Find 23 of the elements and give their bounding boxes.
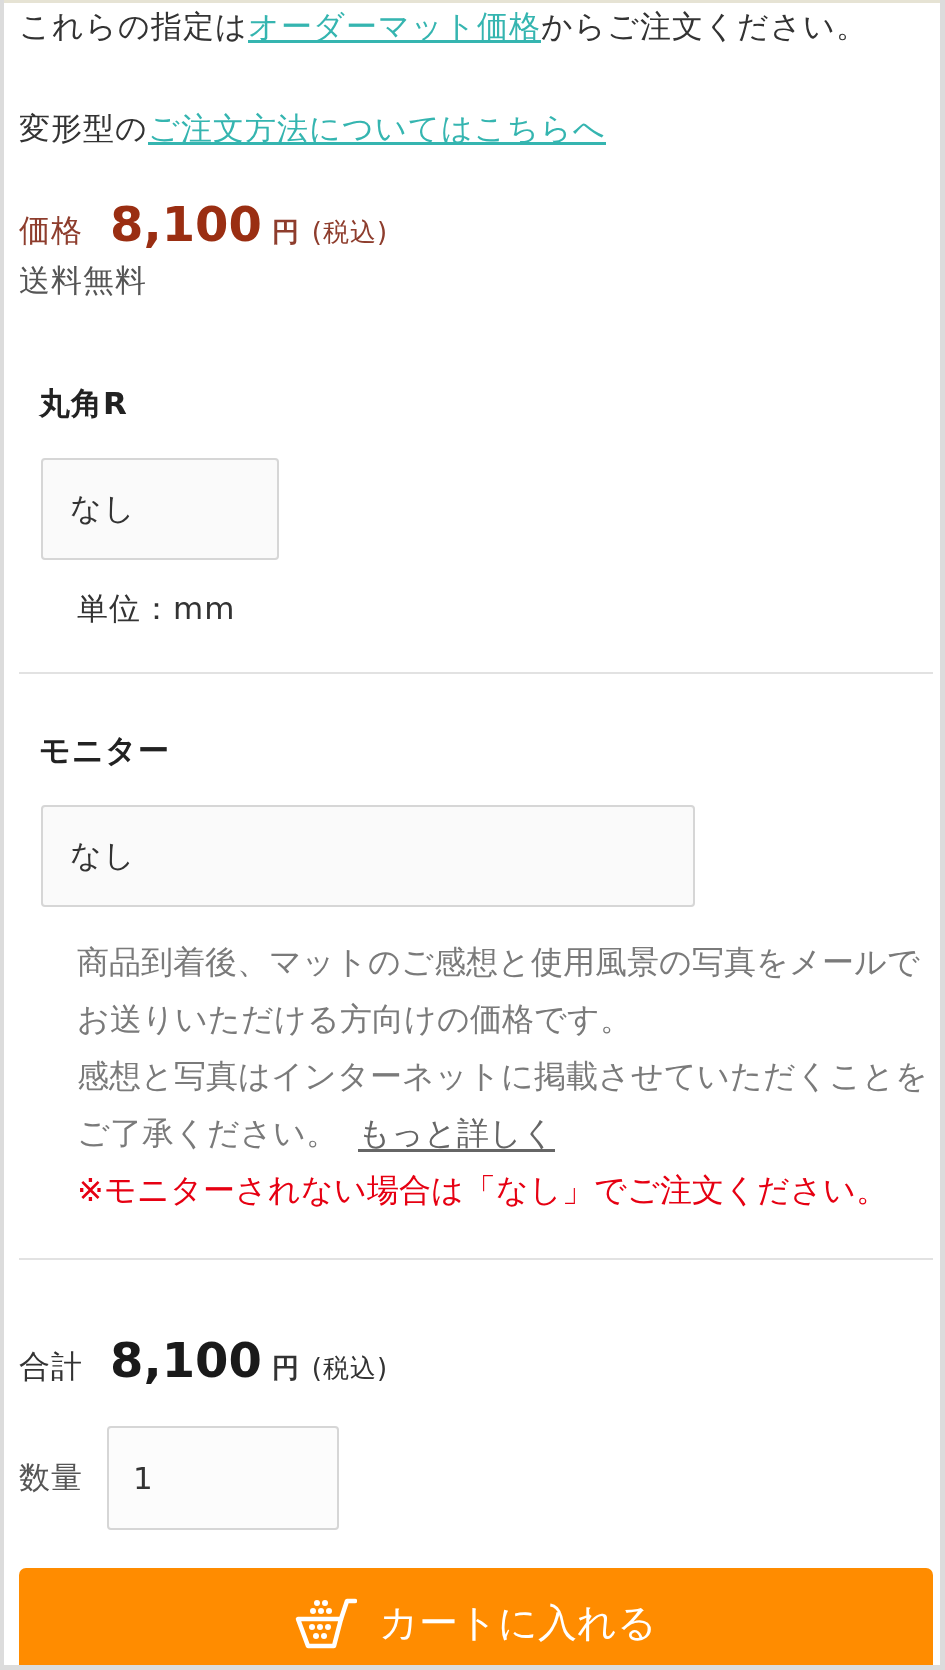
warning-note: ※モニターされない場合は「なし」でご注文ください。 — [77, 1170, 889, 1211]
quantity-field[interactable]: 1 — [107, 1426, 339, 1530]
currency-label: 円 — [271, 1351, 300, 1385]
shipping-note: 送料無料 — [19, 261, 148, 300]
monitor-note: 感想と写真はインターネットに掲載させていただくことをご了承ください。 もっと詳しく — [77, 1056, 929, 1154]
monitor-note: 商品到着後、マットのご感想と使用風景の写真をメールでお送りいただける方向けの価格です。 — [77, 942, 921, 1040]
order-guide-text: 変形型の ご注文方法についてはこちらへ — [19, 109, 607, 148]
price-amount: 8,100 — [110, 196, 262, 252]
tax-note: (税込) — [311, 1352, 389, 1385]
currency-label: 円 — [271, 215, 300, 249]
select-field[interactable]: なし — [41, 458, 279, 560]
total-label: 合計 — [19, 1347, 83, 1386]
total-amount: 8,100 — [110, 1332, 262, 1388]
unit-label: 単位：mm — [77, 589, 237, 628]
more-details-link[interactable]: もっと詳しく — [358, 1114, 555, 1152]
instruction-text: これらの指定はオーダーマット価格からご注文ください。 — [19, 7, 869, 46]
price-label: 価格 — [19, 211, 83, 250]
tax-note: (税込) — [311, 216, 389, 249]
option-heading: モニター — [39, 731, 171, 770]
cart-icon — [295, 1596, 357, 1649]
select-field[interactable]: なし — [41, 805, 695, 907]
option-heading: 丸角R — [39, 384, 129, 423]
quantity-label: 数量 — [19, 1458, 83, 1497]
